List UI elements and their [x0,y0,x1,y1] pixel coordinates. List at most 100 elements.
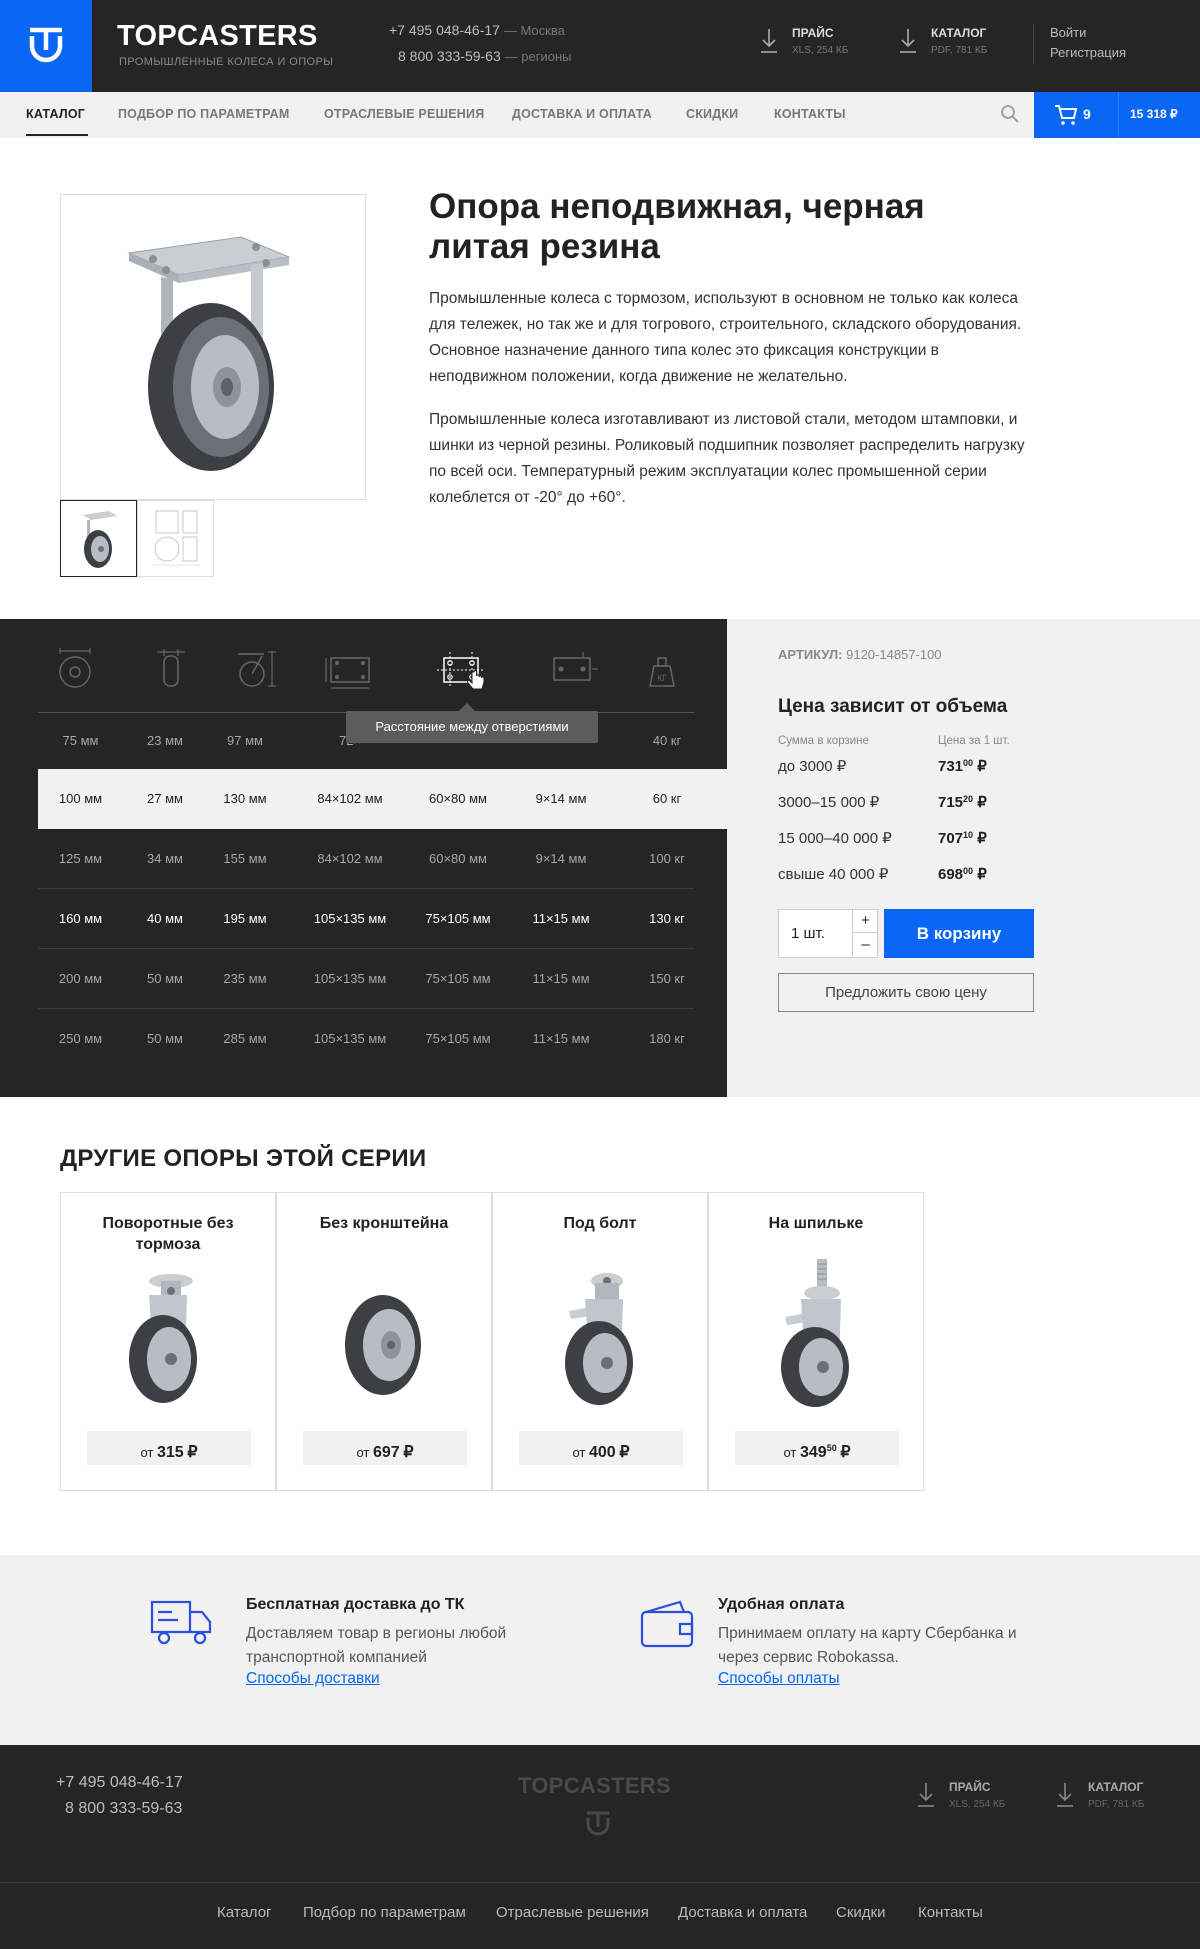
product-main-image[interactable] [60,194,366,500]
spec-cell: 60×80 мм [429,851,487,866]
spec-cell: 84×102 мм [317,851,383,866]
nav-item-parameters[interactable]: ПОДБОР ПО ПАРАМЕТРАМ [118,107,290,121]
phone-number: 8 800 333-59-63 [398,48,501,64]
spec-cell: 100 мм [58,791,103,806]
payment-methods-link[interactable]: Способы оплаты [718,1670,840,1688]
plate-size-icon[interactable] [325,648,375,690]
offer-price-button[interactable]: Предложить свою цену [778,973,1034,1012]
wheel-diameter-icon[interactable] [57,648,93,690]
related-card[interactable]: На шпильке от 34950 ₽ [708,1192,924,1491]
delivery-methods-link[interactable]: Способы доставки [246,1670,380,1688]
quantity-input[interactable]: 1 шт. [791,925,825,942]
related-price: от 697 ₽ [303,1431,467,1465]
product-thumbnail-drawing[interactable] [137,500,214,577]
nav-item-contacts[interactable]: КОНТАКТЫ [774,107,846,121]
footer-phone[interactable]: +7 495 048-46-17 [56,1774,183,1792]
related-name: На шпильке [768,1215,864,1232]
load-weight-icon[interactable]: КГ [645,648,679,690]
spec-cell: 200 мм [58,971,103,986]
download-title: ПРАЙС [792,26,834,40]
nav-item-catalog[interactable]: КАТАЛОГ [26,107,85,121]
spec-table-row[interactable]: 100 мм 27 мм 130 мм 84×102 мм 60×80 мм 9×14 м… [38,769,727,829]
wheel-width-icon[interactable] [153,648,189,690]
phone-regions[interactable]: 8 800 333-59-63 — регионы [398,48,571,64]
spec-cell: 75×105 мм [425,971,491,986]
download-size: XLS, 254 КБ [949,1799,1006,1810]
nav-item-industry[interactable]: ОТРАСЛЕВЫЕ РЕШЕНИЯ [324,107,484,121]
hand-cursor-icon [466,670,485,690]
feature-title: Удобная оплата [718,1596,845,1613]
spec-table-row[interactable]: 160 мм 40 мм 195 мм 105×135 мм 75×105 мм 11×1… [38,889,694,949]
spec-cell: 27 мм [147,791,183,806]
spec-cell: 105×135 мм [313,911,387,926]
related-card[interactable]: Под болт от 400 ₽ [492,1192,708,1491]
price-tier-value: 71520 ₽ [938,793,987,811]
nav-item-delivery[interactable]: ДОСТАВКА И ОПЛАТА [512,107,652,121]
cart-button[interactable]: 9 15 318 ₽ [1034,92,1200,138]
related-name: Без кронштейна [319,1215,449,1232]
threaded-stem-caster-image [781,1259,849,1407]
price-int: 707 [938,830,964,847]
footer-nav-contacts[interactable]: Контакты [918,1904,983,1921]
add-to-cart-button[interactable]: В корзину [884,909,1034,958]
spec-cell: 23 мм [147,733,183,748]
tooltip: Расстояние между отверстиями [346,711,598,743]
price-int: 315 [157,1444,184,1461]
currency: ₽ [977,794,987,811]
quantity-minus-button[interactable]: – [852,934,878,957]
related-card[interactable]: Поворотные без тормоза от 315 ₽ [60,1192,276,1491]
spec-table-row[interactable]: 125 мм 34 мм 155 мм 84×102 мм 60×80 мм 9×14 м… [38,829,694,889]
quantity-plus-button[interactable]: + [852,910,878,933]
search-icon[interactable] [1000,104,1020,124]
footer-logo-icon [586,1811,610,1836]
price-tier-value: 69800 ₽ [938,865,987,883]
footer-nav-discounts[interactable]: Скидки [836,1904,885,1921]
spec-cell: 40 кг [652,733,682,748]
price-dec: 20 [963,794,974,804]
footer-nav-parameters[interactable]: Подбор по параметрам [303,1904,466,1921]
footer-nav-delivery[interactable]: Доставка и оплата [678,1904,807,1921]
footer-nav-industry[interactable]: Отраслевые решения [496,1904,649,1921]
hole-size-icon[interactable] [548,648,598,690]
footer-nav-catalog[interactable]: Каталог [217,1904,272,1921]
price-heading: Цена зависит от объема [778,696,1008,717]
spec-cell: 105×135 мм [313,1031,387,1046]
nav-item-discounts[interactable]: СКИДКИ [686,107,738,121]
spec-table-row[interactable]: 200 мм 50 мм 235 мм 105×135 мм 75×105 мм 11×1… [38,949,694,1009]
phone-moscow[interactable]: +7 495 048-46-17 — Москва [389,22,565,38]
cart-count: 9 [1083,106,1091,122]
spec-cell: 9×14 мм [535,791,587,806]
svg-text:КГ: КГ [657,673,667,683]
price-int: 400 [589,1444,616,1461]
spec-cell: 100 кг [649,851,685,866]
height-icon[interactable] [236,648,278,690]
sku: АРТИКУЛ: 9120-14857-100 [778,647,942,662]
currency: ₽ [977,866,987,883]
column-header-price: Цена за 1 шт. [938,735,1010,747]
spec-cell: 125 мм [58,851,103,866]
footer-phone[interactable]: 8 800 333-59-63 [65,1800,182,1818]
spec-cell: 150 кг [649,971,685,986]
price-int: 697 [373,1444,400,1461]
login-link[interactable]: Войти [1050,25,1086,40]
register-link[interactable]: Регистрация [1050,45,1126,60]
product-title: Опора неподвижная, черная литая резина [429,187,925,266]
related-card[interactable]: Без кронштейна от 697 ₽ [276,1192,492,1491]
product-thumbnail-photo[interactable] [60,500,137,577]
price-int: 698 [938,866,964,883]
related-price: от 400 ₽ [519,1431,683,1465]
sku-label: АРТИКУЛ: [778,647,843,662]
download-size: PDF, 781 КБ [931,45,988,56]
currency: ₽ [840,1444,851,1461]
brand-tagline: ПРОМЫШЛЕННЫЕ КОЛЕСА И ОПОРЫ [119,56,334,68]
phone-number: +7 495 048-46-17 [389,22,500,38]
price-panel [727,619,1200,1097]
spec-cell: 11×15 мм [532,971,590,986]
divider [1033,24,1034,64]
product-description: Промышленные колеса изготавливают из лис… [429,411,1025,506]
logo[interactable] [0,0,92,92]
wallet-icon [640,1600,694,1648]
spec-table-row[interactable]: 250 мм 50 мм 285 мм 105×135 мм 75×105 мм 11×1… [38,1009,694,1069]
feature-title: Бесплатная доставка до ТК [246,1596,465,1613]
related-price: от 34950 ₽ [735,1431,899,1465]
